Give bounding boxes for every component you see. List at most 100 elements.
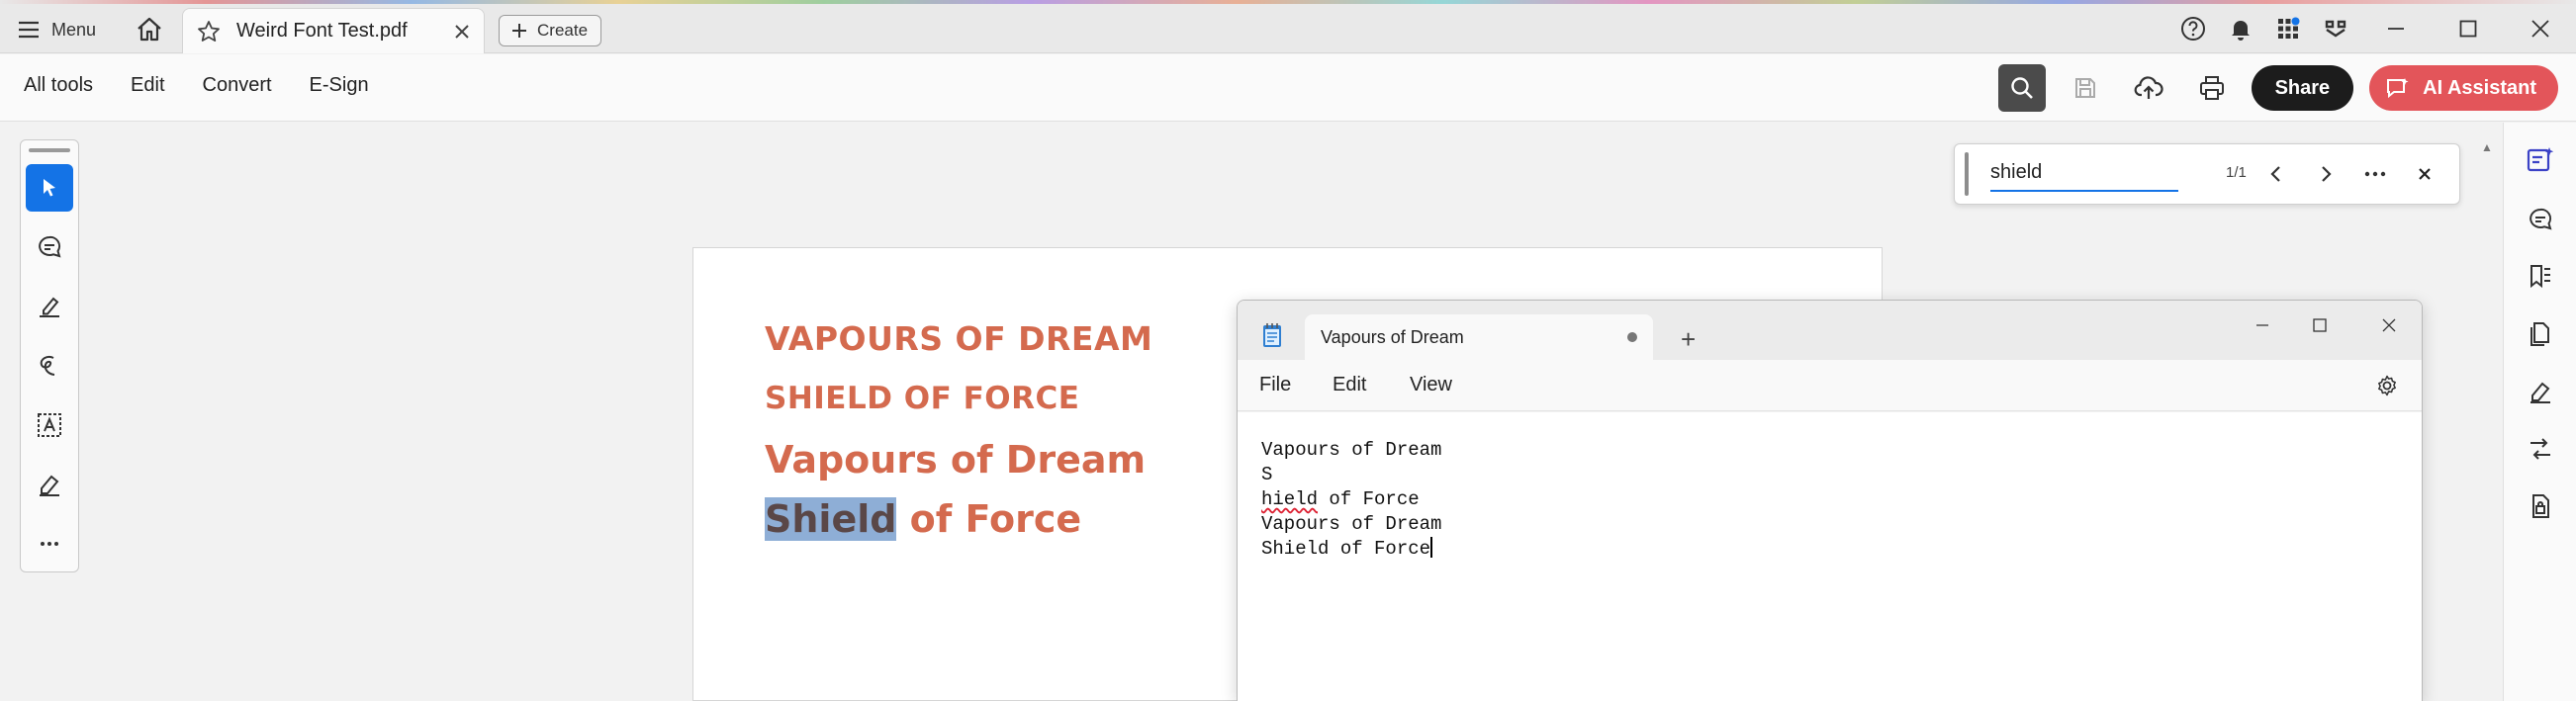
document-tab[interactable]: Weird Font Test.pdf [182,8,485,53]
tab-title: Weird Font Test.pdf [236,20,408,42]
chevron-left-icon [2270,166,2280,182]
home-icon[interactable] [135,15,164,44]
toolbar-actions: Share AI Assistant [1997,64,2558,112]
sign-tool-button[interactable] [26,461,73,508]
search-highlight: Shield [765,497,897,541]
select-tool-button[interactable] [26,164,73,212]
text-recognition-tool-button[interactable] [26,401,73,449]
hamburger-icon [18,21,40,39]
pages-panel-button[interactable] [2523,316,2558,352]
freehand-draw-icon [40,355,55,376]
notepad-minimize-button[interactable] [2235,308,2290,342]
plus-icon [511,23,527,39]
more-tools-button[interactable] [26,520,73,568]
ai-summary-icon [2527,147,2554,172]
find-input[interactable] [1990,154,2178,192]
minimize-button[interactable] [2359,4,2432,53]
close-window-button[interactable] [2504,4,2576,53]
generative-summary-button[interactable] [2523,142,2558,178]
menu-item-e-sign[interactable]: E-Sign [310,74,369,97]
highlight-tool-button[interactable] [26,283,73,330]
find-options-button[interactable] [2360,159,2390,189]
draw-tool-button[interactable] [26,342,73,390]
notepad-text-area[interactable]: Vapours of Dream Shield of Force Vapours o… [1238,412,2422,701]
settings-gear-icon[interactable] [2375,374,2399,402]
help-icon[interactable] [2176,12,2210,45]
share-button[interactable]: Share [2251,65,2354,111]
pen-icon [2530,382,2550,403]
find-next-button[interactable] [2311,159,2341,189]
unsaved-indicator-icon[interactable] [1627,332,1637,342]
more-icon [41,542,58,546]
menu-button[interactable]: Menu [18,16,96,44]
close-tab-icon[interactable] [454,24,470,40]
text-line: Vapours of Dream [1261,513,1442,535]
document-lock-icon [2532,494,2549,518]
title-bar: Menu Weird Font Test.pdf Create [0,4,2576,53]
bookmarks-panel-button[interactable] [2523,259,2558,295]
find-bar-grip[interactable] [1965,152,1969,196]
highlighter-icon [40,297,59,317]
save-icon[interactable] [2062,64,2109,112]
find-previous-button[interactable] [2261,159,2291,189]
scroll-up-arrow[interactable]: ▲ [2481,140,2493,154]
pdf-text-line[interactable]: SHIELD OF FORCE [765,381,1079,416]
text-line: hield of Force [1261,487,2398,512]
notepad-close-button[interactable] [2361,308,2417,342]
pdf-text-line[interactable]: Shield of Force [765,497,1081,541]
menu-item-edit[interactable]: Edit [131,74,164,97]
notifications-bell-icon[interactable] [2224,12,2257,45]
menu-label: Menu [51,19,97,40]
menu-item-all-tools[interactable]: All tools [24,74,93,97]
compare-arrows-icon [2530,438,2550,460]
comments-icon [2530,208,2552,230]
new-tab-button[interactable]: + [1681,324,1696,355]
palette-grip[interactable] [29,148,70,152]
notepad-menu-view[interactable]: View [1410,374,1452,396]
more-horizontal-icon [2364,171,2386,177]
ai-assistant-icon [2387,78,2409,99]
left-tool-palette [20,139,79,572]
create-label: Create [537,21,589,40]
pdf-text-line[interactable]: Vapours of Dream [765,438,1146,482]
account-icon[interactable] [2319,12,2352,45]
right-sidebar [2503,123,2576,701]
pen-sign-icon [40,475,59,496]
notepad-maximize-button[interactable] [2292,308,2347,342]
pdf-text-line[interactable]: VAPOURS OF DREAM [765,319,1152,358]
fill-sign-panel-button[interactable] [2523,374,2558,409]
ai-assistant-button[interactable]: AI Assistant [2369,65,2558,111]
ai-assistant-label: AI Assistant [2423,76,2536,99]
create-button[interactable]: Create [499,15,601,46]
protect-panel-button[interactable] [2523,488,2558,524]
notepad-tab[interactable]: Vapours of Dream [1305,314,1653,360]
cloud-upload-icon[interactable] [2125,64,2172,112]
notepad-menu-edit[interactable]: Edit [1333,374,1366,396]
main-toolbar: All tools Edit Convert E-Sign Share AI A… [0,54,2576,122]
search-icon [2010,77,2033,99]
text-caret [1430,537,1432,558]
text-line: S [1261,464,1273,485]
search-button[interactable] [1997,64,2046,112]
text-fragment: of Force [1318,488,1420,510]
pages-icon [2530,322,2549,346]
toolbar-menu: All tools Edit Convert E-Sign [24,74,407,97]
title-bar-right [2169,4,2576,53]
misspelled-word[interactable]: hield [1261,488,1318,510]
bookmark-list-icon [2530,265,2550,289]
notepad-menu-file[interactable]: File [1259,374,1291,396]
maximize-button[interactable] [2432,4,2504,53]
notepad-window: Vapours of Dream + File Edit View Vapour… [1237,300,2423,701]
star-icon[interactable] [197,20,221,44]
find-bar: 1/1 [1954,143,2460,205]
menu-item-convert[interactable]: Convert [203,74,272,97]
comment-icon [39,235,61,258]
text-fragment: Shield of Force [1261,538,1431,560]
comments-panel-button[interactable] [2523,202,2558,237]
text-line: Shield of Force [1261,537,2398,562]
organize-panel-button[interactable] [2523,431,2558,467]
apps-grid-icon[interactable] [2271,12,2305,45]
comment-tool-button[interactable] [26,223,73,271]
print-icon[interactable] [2188,64,2236,112]
find-close-button[interactable] [2410,159,2439,189]
